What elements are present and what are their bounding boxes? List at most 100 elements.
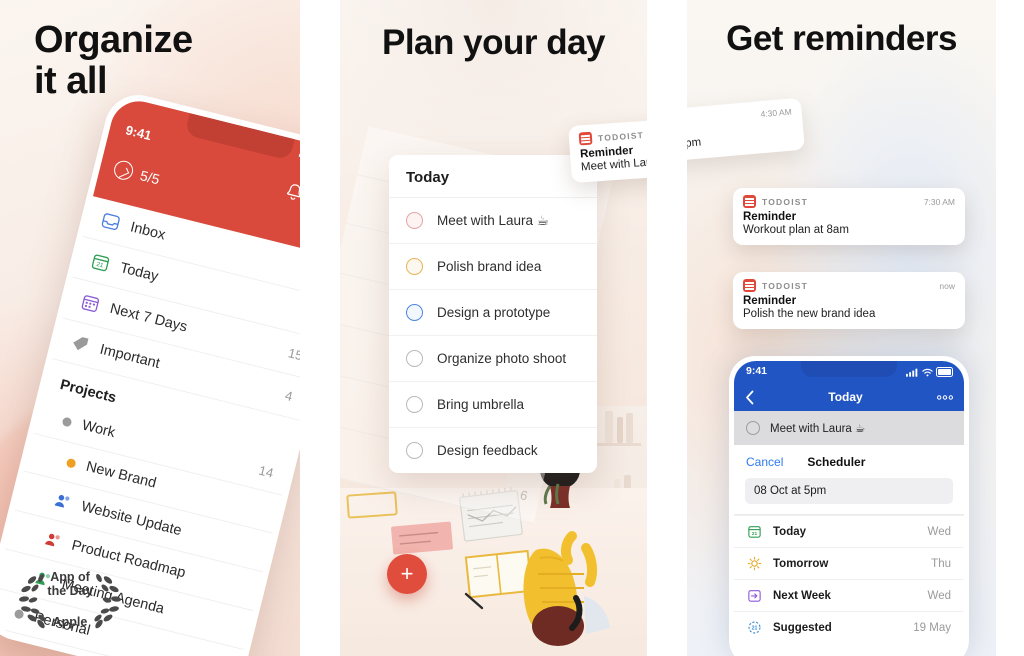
sidebar-item-label: Inbox [128,218,168,243]
status-bar: 9:41 [734,361,964,383]
option-value: Thu [931,557,951,570]
karma-indicator[interactable]: 5/5 [112,158,162,189]
status-bar-indicators [298,147,300,170]
notification-header: TODOIST now [743,279,955,292]
reminder-notification-plan[interactable]: TODOIST Reminder Meet with Laura [568,117,647,184]
task-label: Meet with Laura ☕ [770,423,866,435]
scheduler-title: Scheduler [807,455,866,469]
option-value: 19 May [913,621,951,634]
karma-value: 5/5 [138,166,162,187]
task-checkbox[interactable] [406,396,423,413]
scheduler-header: Cancel Scheduler [734,445,964,478]
option-label: Today [773,525,807,538]
tag-icon [73,337,89,351]
status-bar-time: 9:41 [746,365,768,377]
calendar-week-icon [81,295,100,312]
award-title: App of the Day [16,570,124,599]
today-task-card: Today Meet with Laura ☕ Polish brand ide… [389,155,597,473]
karma-ring-icon [112,158,136,182]
sidebar-item-label: Important [98,341,162,372]
task-checkbox[interactable] [406,304,423,321]
today-card-title: Today [389,155,597,198]
scheduler-option-next-week[interactable]: Next Week Wed [734,579,964,611]
notification-time: 4:30 AM [760,106,793,120]
notification-body: Workout plan at 8am [743,224,849,236]
app-header-actions [283,181,300,214]
cancel-button[interactable]: Cancel [746,455,783,469]
panel-plan-headline: Plan your day [381,23,606,62]
notification-title: Reminder [743,211,797,223]
next-week-icon [748,590,761,602]
date-input[interactable]: 08 Oct at 5pm [745,478,953,504]
suggested-icon: 21 [748,621,761,634]
status-bar-time: 9:41 [124,122,154,144]
panel-organize: Organize it all 9:41 5/5 Inbox 21 Today … [0,0,300,656]
scheduler-option-tomorrow[interactable]: Tomorrow Thu [734,547,964,579]
project-label: Work [80,417,117,442]
phone-screen-reminders: 9:41 Today Meet with Laura ☕ Cancel Sche… [734,361,964,656]
task-label: Design feedback [437,443,538,458]
screenshot-stage: Organize it all 9:41 5/5 Inbox 21 Today … [0,0,1024,656]
dot-icon [61,416,73,427]
task-checkbox[interactable] [406,212,423,229]
chevron-left-icon[interactable] [745,390,754,405]
svg-text:21: 21 [752,531,758,537]
task-checkbox[interactable] [406,258,423,275]
headline-line-2: it all [34,59,108,102]
people-icon [54,494,70,508]
sidebar-item-label: Today [118,259,160,285]
notification-time: 7:30 AM [923,196,955,207]
option-value: Wed [927,525,951,538]
task-checkbox[interactable] [406,442,423,459]
reminder-notification-2[interactable]: TODOIST now Reminder Polish the new bran… [733,272,965,329]
task-row[interactable]: Organize photo shoot [389,336,597,382]
battery-icon [936,367,953,377]
task-checkbox[interactable] [406,350,423,367]
task-row[interactable]: Bring umbrella [389,382,597,428]
inbox-icon [101,213,120,231]
task-label: Organize photo shoot [437,351,567,366]
phone-mockup-reminders: 9:41 Today Meet with Laura ☕ Cancel Sche… [729,356,969,656]
calendar-today-icon: 21 [748,526,761,538]
notification-brand: TODOIST [597,129,645,143]
panel-divider-2 [647,0,687,656]
notification-title: Reminder [743,295,797,307]
selected-task-row[interactable]: Meet with Laura ☕ [734,411,964,445]
task-row[interactable]: Design a prototype [389,290,597,336]
sidebar-item-label: Next 7 Days [108,300,189,335]
nav-title: Today [828,390,863,404]
svg-text:21: 21 [752,625,758,631]
add-task-button[interactable]: + [387,554,427,594]
task-label: Meet with Laura ☕ [437,212,549,228]
task-row[interactable]: Design feedback [389,428,597,473]
wifi-icon [922,368,933,376]
project-label: New Brand [84,458,158,492]
todoist-app-icon [578,131,593,146]
sun-icon [747,556,762,571]
panel-plan: Plan your day 21 9 12 12 10 8 6 Today Me… [340,0,647,656]
panel-reminders: Get reminders 4:30 AM at 5pm TODOIST 7:3… [687,0,996,656]
more-horizontal-icon[interactable] [937,394,953,400]
bell-icon[interactable] [283,181,300,205]
app-nav-bar: Today [734,383,964,411]
reminder-notification-1[interactable]: TODOIST 7:30 AM Reminder Workout plan at… [733,188,965,245]
notification-brand: TODOIST [762,280,809,291]
scheduler-option-today[interactable]: 21 Today Wed [734,515,964,547]
task-checkbox[interactable] [746,421,760,435]
task-label: Design a prototype [437,305,551,320]
task-label: Bring umbrella [437,397,525,412]
option-value: Wed [927,589,951,602]
cellular-signal-icon [906,368,918,377]
task-row[interactable]: Polish brand idea [389,244,597,290]
task-label: Polish brand idea [437,259,542,274]
panel-reminders-headline: Get reminders [726,19,957,58]
notification-brand: TODOIST [762,196,809,207]
app-of-the-day-badge: App of the Day Apple [16,562,124,638]
todoist-app-icon [743,279,756,292]
task-row[interactable]: Meet with Laura ☕ [389,198,597,244]
option-label: Suggested [773,621,832,634]
sidebar-item-count: 4 [283,387,295,405]
headline-line-1: Organize [34,19,193,61]
scheduler-option-suggested[interactable]: 21 Suggested 19 May [734,611,964,643]
notification-time: now [939,280,955,291]
